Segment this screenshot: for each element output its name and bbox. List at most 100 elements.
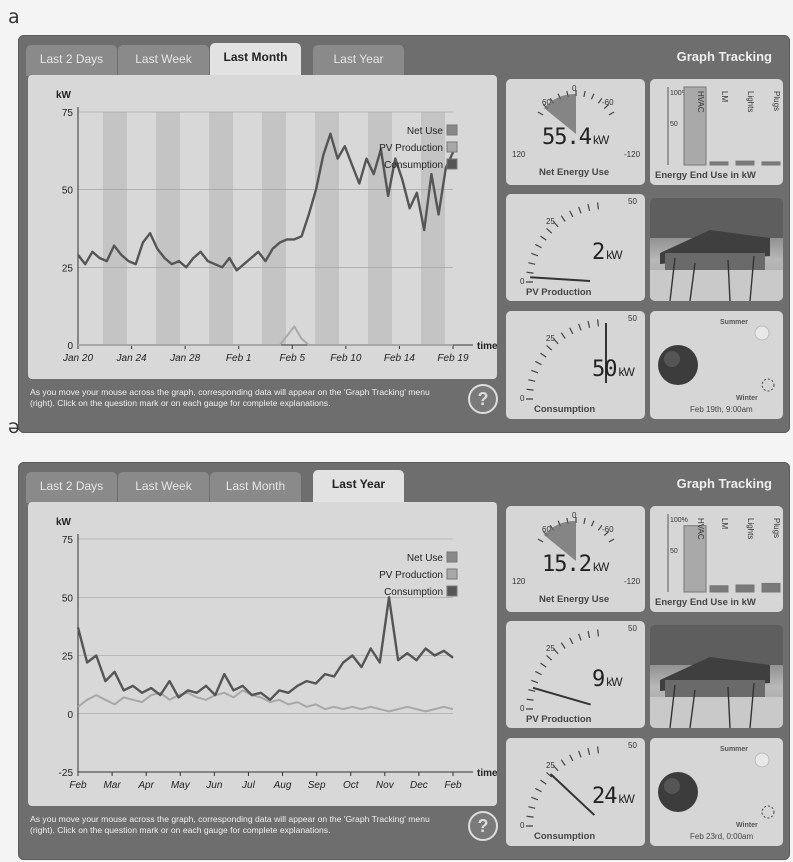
end-use-bar-label: Lights <box>746 518 755 539</box>
building-webcam-photo[interactable] <box>650 198 783 301</box>
dial-tick <box>528 262 536 265</box>
dial-tick <box>535 360 542 366</box>
x-tick-label: Jun <box>205 780 223 791</box>
weekend-band <box>156 112 180 345</box>
dial-tick <box>578 750 582 758</box>
dial-tick <box>531 796 539 801</box>
y-tick-label: 75 <box>62 535 74 546</box>
x-tick-label: Feb <box>69 780 87 791</box>
end-use-bar-lm[interactable] <box>709 161 729 166</box>
summer-label: Summer <box>720 319 749 326</box>
consumption-gauge[interactable]: 25 50 0 24 kW Consumption <box>506 738 645 846</box>
pv-dial: 25 50 0 <box>520 197 637 286</box>
legend-swatch <box>446 585 458 597</box>
dial-tick <box>526 698 534 701</box>
building-photo-drawing <box>650 198 783 301</box>
x-tick-label: Mar <box>103 780 121 791</box>
energy-line-chart[interactable]: -25 0 25 50 75 kW time Feb Mar Apr May Jun Jul Aug Sep… <box>28 502 497 806</box>
net-energy-gauge[interactable]: 60 0 -60 120 -120 55.4 kW Net Energy Use <box>506 79 645 185</box>
y-tick-label: 0 <box>67 341 73 352</box>
help-text: As you move your mouse across the graph,… <box>30 387 430 408</box>
dashboard-a: Last 2 Days Last Week Last Month Last Year G… <box>18 35 790 433</box>
end-use-chart[interactable]: 100% 50 HVAC LM Lights Plugs Energy End Use i… <box>650 506 783 612</box>
net-energy-gauge[interactable]: 60 0 -60 120 -120 15.2 kW Net Energy Use <box>506 506 645 612</box>
x-tick-label: Jan 28 <box>169 353 200 364</box>
dial-tick-label: -120 <box>624 150 641 159</box>
building-webcam-photo[interactable] <box>650 625 783 728</box>
dial-tick-label: 0 <box>572 84 577 93</box>
net-energy-label: Net Energy Use <box>539 594 610 605</box>
dial-tick <box>578 206 582 214</box>
consumption-value: 50 kW <box>592 357 635 382</box>
dial-tick-label: 50 <box>628 197 637 206</box>
dial-tick <box>531 679 539 684</box>
end-use-bar-label: Plugs <box>772 518 781 538</box>
tab-last-2-days[interactable]: Last 2 Days <box>26 45 117 76</box>
energy-line-chart[interactable]: 0 25 50 75 kW time Jan 20 Jan 24 Jan 28 Feb 1 Feb … <box>28 75 497 379</box>
dial-tick-label: 0 <box>520 394 525 403</box>
end-use-bar-plugs[interactable] <box>761 161 781 166</box>
x-tick-label: Oct <box>343 780 360 791</box>
y-axis-label: kW <box>56 90 72 101</box>
end-use-bar-label: HVAC <box>696 518 705 540</box>
weekend-band <box>209 112 233 345</box>
consumption-value: 24 kW <box>592 784 635 809</box>
dial-tick <box>526 271 534 274</box>
dial-tick <box>537 538 544 543</box>
end-use-chart[interactable]: 100% 50 HVAC LM Lights Plugs Energy End Use i… <box>650 79 783 185</box>
dial-tick <box>560 332 566 339</box>
dial-tick <box>590 93 595 100</box>
pv-production-gauge[interactable]: 25 50 0 9 kW PV Production <box>506 621 645 728</box>
gauge-needle <box>532 686 591 706</box>
tab-last-month[interactable]: Last Month <box>210 472 301 503</box>
question-mark-icon[interactable]: ? <box>468 384 498 414</box>
dial-tick <box>535 787 542 793</box>
pv-value: 9 kW <box>592 667 623 692</box>
tab-last-week[interactable]: Last Week <box>118 472 209 503</box>
dial-tick-label: 50 <box>628 624 637 633</box>
tab-last-month[interactable]: Last Month <box>210 43 301 76</box>
net-energy-label: Net Energy Use <box>539 167 610 178</box>
dial-tick <box>540 235 547 241</box>
dial-tick <box>583 517 586 524</box>
dial-tick <box>540 662 547 668</box>
pv-production-gauge[interactable]: 25 50 0 2 kW PV Production <box>506 194 645 301</box>
season-globe <box>658 752 775 819</box>
panel-a-label: a <box>8 6 20 28</box>
tab-last-year[interactable]: Last Year <box>313 45 404 76</box>
summer-label: Summer <box>720 746 749 753</box>
season-panel[interactable]: Summer Winter Feb 23rd, 0:00am <box>650 738 783 846</box>
tab-last-year[interactable]: Last Year <box>313 470 404 503</box>
dial-tick <box>537 111 544 116</box>
dial-tick <box>597 202 599 210</box>
y-tick-label: 25 <box>62 652 74 663</box>
y-tick-label: 25 <box>62 263 74 274</box>
end-use-bar-label: LM <box>720 518 729 529</box>
consumption-label: Consumption <box>534 404 596 415</box>
date-readout: Feb 23rd, 0:00am <box>690 832 754 841</box>
end-use-bar-lights[interactable] <box>735 584 755 593</box>
dial-tick <box>531 369 539 374</box>
y-axis-label: kW <box>56 517 72 528</box>
end-use-bar-plugs[interactable] <box>761 582 781 593</box>
end-use-bar-lights[interactable] <box>735 160 755 166</box>
consumption-gauge[interactable]: 25 50 0 50 kW Consumption <box>506 311 645 419</box>
consumption-series[interactable] <box>76 596 454 702</box>
question-mark-icon[interactable]: ? <box>468 811 498 841</box>
pv-label: PV Production <box>526 714 592 725</box>
tab-last-2-days[interactable]: Last 2 Days <box>26 472 117 503</box>
x-tick-label: Aug <box>273 780 292 791</box>
consumption-label: Consumption <box>534 831 596 842</box>
dial-tick <box>540 779 547 785</box>
season-panel[interactable]: Summer Winter Feb 19th, 9:00am <box>650 311 783 419</box>
dial-tick <box>528 806 536 809</box>
tab-last-week[interactable]: Last Week <box>118 45 209 76</box>
net-energy-value: 55.4 kW <box>542 125 609 150</box>
end-use-bar-lm[interactable] <box>709 585 729 593</box>
dashboard-b: Last 2 Days Last Week Last Month Last Year G… <box>18 462 790 860</box>
dial-tick <box>560 759 566 766</box>
pv-production-series[interactable] <box>77 689 454 713</box>
pv-label: PV Production <box>526 287 592 298</box>
dial-tick-label: 0 <box>572 511 577 520</box>
gauge-needle <box>549 773 596 816</box>
